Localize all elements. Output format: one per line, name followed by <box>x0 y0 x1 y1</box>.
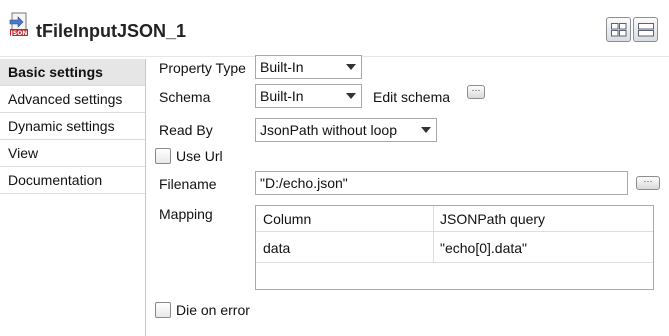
sidebar-item-view[interactable]: View <box>0 140 145 167</box>
die-on-error-label: Die on error <box>176 302 250 318</box>
die-on-error-checkbox[interactable] <box>155 302 171 318</box>
svg-text:JSON: JSON <box>10 30 28 36</box>
use-url-label: Use Url <box>176 148 223 164</box>
column-header-jsonpath[interactable]: JSONPath query <box>433 206 545 232</box>
property-type-value: Built-In <box>260 59 304 75</box>
table-header: Column JSONPath query <box>256 206 653 232</box>
sidebar-item-documentation[interactable]: Documentation <box>0 167 145 194</box>
settings-sidebar: Basic settings Advanced settings Dynamic… <box>0 59 146 336</box>
use-url-checkbox[interactable] <box>155 148 171 164</box>
property-type-label: Property Type <box>159 60 246 76</box>
chevron-down-icon <box>341 56 361 78</box>
read-by-select[interactable]: JsonPath without loop <box>255 118 437 142</box>
property-type-select[interactable]: Built-In <box>255 55 362 79</box>
sidebar-item-advanced-settings[interactable]: Advanced settings <box>0 86 145 113</box>
ellipsis-icon: ··· <box>471 85 481 95</box>
grid-view-button[interactable] <box>606 17 631 42</box>
table-cell-jsonpath[interactable]: "echo[0].data" <box>433 233 527 263</box>
chevron-down-icon <box>341 85 361 107</box>
schema-value: Built-In <box>260 88 304 104</box>
filename-input[interactable]: "D:/echo.json" <box>255 171 628 195</box>
browse-file-button[interactable]: ··· <box>636 176 660 190</box>
list-view-button[interactable] <box>633 17 658 42</box>
ellipsis-icon: ··· <box>643 176 653 186</box>
table-cell-column[interactable]: data <box>256 233 290 263</box>
component-title: tFileInputJSON_1 <box>36 21 187 41</box>
read-by-label: Read By <box>159 122 213 138</box>
sidebar-item-dynamic-settings[interactable]: Dynamic settings <box>0 113 145 140</box>
mapping-label: Mapping <box>159 206 213 222</box>
component-header: JSON tFileInputJSON_1 <box>0 0 669 57</box>
mapping-table[interactable]: Column JSONPath query data "echo[0].data… <box>255 205 654 290</box>
json-file-icon: JSON <box>9 12 29 37</box>
schema-select[interactable]: Built-In <box>255 84 362 108</box>
filename-label: Filename <box>159 176 217 192</box>
edit-schema-label: Edit schema <box>373 89 451 105</box>
table-row[interactable]: data "echo[0].data" <box>256 233 653 263</box>
sidebar-item-basic-settings[interactable]: Basic settings <box>0 59 145 86</box>
schema-label: Schema <box>159 89 211 105</box>
chevron-down-icon <box>416 119 436 141</box>
read-by-value: JsonPath without loop <box>260 122 397 138</box>
edit-schema-button[interactable]: ··· <box>467 85 485 99</box>
column-header-column[interactable]: Column <box>256 206 311 232</box>
